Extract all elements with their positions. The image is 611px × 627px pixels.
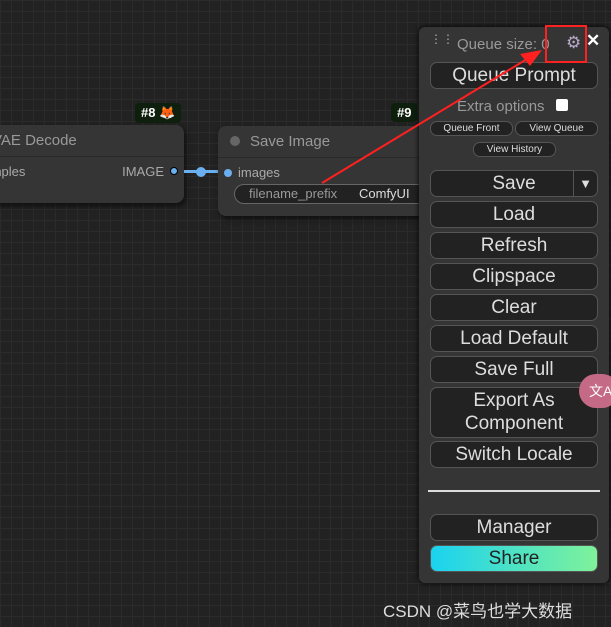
annotation-arrowhead xyxy=(520,50,542,66)
annotation-arrow xyxy=(321,55,533,184)
watermark: CSDN @菜鸟也学大数据 xyxy=(383,602,573,621)
annotation-overlay xyxy=(321,25,587,184)
annotation-box xyxy=(545,25,587,63)
